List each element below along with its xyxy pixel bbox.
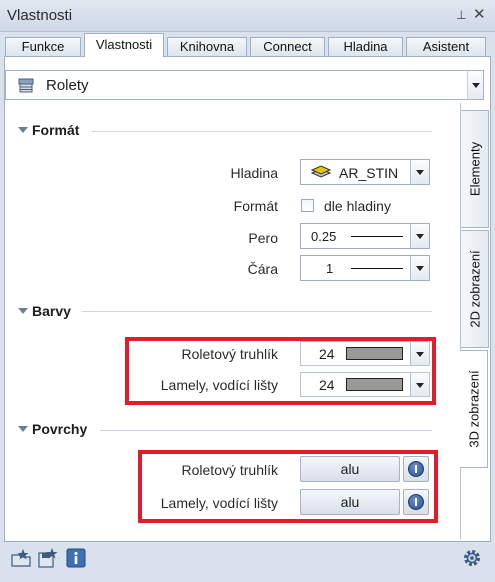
tab-asistent[interactable]: Asistent <box>406 37 486 56</box>
side-tab-elementy[interactable]: Elementy <box>461 110 489 228</box>
close-icon[interactable]: ✕ <box>473 5 486 23</box>
section-format-title: Formát <box>32 122 80 138</box>
section-surfaces-title: Povrchy <box>32 421 88 437</box>
pen-value: 0.25 <box>311 229 337 244</box>
section-colors-title: Barvy <box>32 303 71 319</box>
surface-row-label: Lamely, vodící lišty <box>160 495 278 511</box>
tab-knihovna[interactable]: Knihovna <box>167 37 247 56</box>
chevron-down-icon[interactable] <box>410 342 429 365</box>
pin-icon[interactable]: ⊥ <box>456 8 466 22</box>
side-tab-2d-label: 2D zobrazení <box>467 250 482 328</box>
info-icon[interactable] <box>65 547 87 572</box>
tab-bar: Funkce Vlastnosti Knihovna Connect Hladi… <box>0 32 495 57</box>
color-row-label: Roletový truhlík <box>181 346 278 362</box>
favorites-open-icon[interactable] <box>10 547 32 572</box>
surface-button-slats[interactable]: alu <box>300 489 400 515</box>
object-type-select[interactable]: Rolety <box>5 70 484 100</box>
color-value: 24 <box>319 346 335 362</box>
section-divider <box>82 311 432 312</box>
color-row-label: Lamely, vodící lišty <box>160 377 278 393</box>
color-swatch <box>346 347 403 360</box>
tab-vlastnosti[interactable]: Vlastnosti <box>84 33 164 57</box>
layer-label: Hladina <box>230 165 278 181</box>
collapse-triangle-icon[interactable] <box>18 426 28 432</box>
tab-hladina[interactable]: Hladina <box>328 37 403 56</box>
color-swatch <box>346 378 403 391</box>
chevron-down-icon[interactable] <box>410 373 429 396</box>
surface-row-label: Roletový truhlík <box>181 462 278 478</box>
color-select-slats[interactable]: 24 <box>300 372 430 397</box>
favorites-save-icon[interactable] <box>37 547 59 572</box>
color-select-box[interactable]: 24 <box>300 341 430 366</box>
chevron-down-icon[interactable] <box>410 224 429 248</box>
color-value: 24 <box>319 377 335 393</box>
pen-label: Pero <box>248 230 278 246</box>
collapse-triangle-icon[interactable] <box>18 308 28 314</box>
by-layer-label: dle hladiny <box>324 198 391 214</box>
shutter-icon <box>18 78 34 96</box>
info-icon <box>408 494 424 510</box>
chevron-down-icon[interactable] <box>467 71 483 99</box>
window-title: Vlastnosti <box>7 7 73 24</box>
layer-select[interactable]: AR_STIN <box>300 159 430 185</box>
surface-button-box[interactable]: alu <box>300 456 400 482</box>
title-bar: Vlastnosti ⊥ ✕ <box>0 0 495 32</box>
side-tab-3d[interactable]: 3D zobrazení <box>460 350 488 468</box>
line-select[interactable]: 1 <box>300 255 430 281</box>
chevron-down-icon[interactable] <box>410 256 429 280</box>
side-tab-3d-label: 3D zobrazení <box>466 370 481 448</box>
tab-connect[interactable]: Connect <box>250 37 325 56</box>
format-label: Formát <box>233 198 278 214</box>
object-type-value: Rolety <box>46 77 89 94</box>
side-tab-2d[interactable]: 2D zobrazení <box>461 230 489 348</box>
settings-gear-icon[interactable] <box>461 547 483 572</box>
section-divider <box>92 131 432 132</box>
info-icon <box>408 461 424 477</box>
chevron-down-icon[interactable] <box>410 160 429 184</box>
pen-select[interactable]: 0.25 <box>300 223 430 249</box>
pen-line-preview <box>351 236 403 237</box>
surface-info-button-slats[interactable] <box>403 489 429 515</box>
collapse-triangle-icon[interactable] <box>18 127 28 133</box>
side-tab-elementy-label: Elementy <box>467 141 482 197</box>
layer-icon <box>310 164 332 183</box>
layer-value: AR_STIN <box>339 165 399 181</box>
line-value: 1 <box>326 261 334 276</box>
line-style-preview <box>351 268 403 269</box>
tab-funkce[interactable]: Funkce <box>5 37 81 56</box>
section-divider <box>100 430 432 431</box>
by-layer-checkbox[interactable] <box>301 199 314 212</box>
surface-info-button-box[interactable] <box>403 456 429 482</box>
line-label: Čára <box>247 261 278 277</box>
